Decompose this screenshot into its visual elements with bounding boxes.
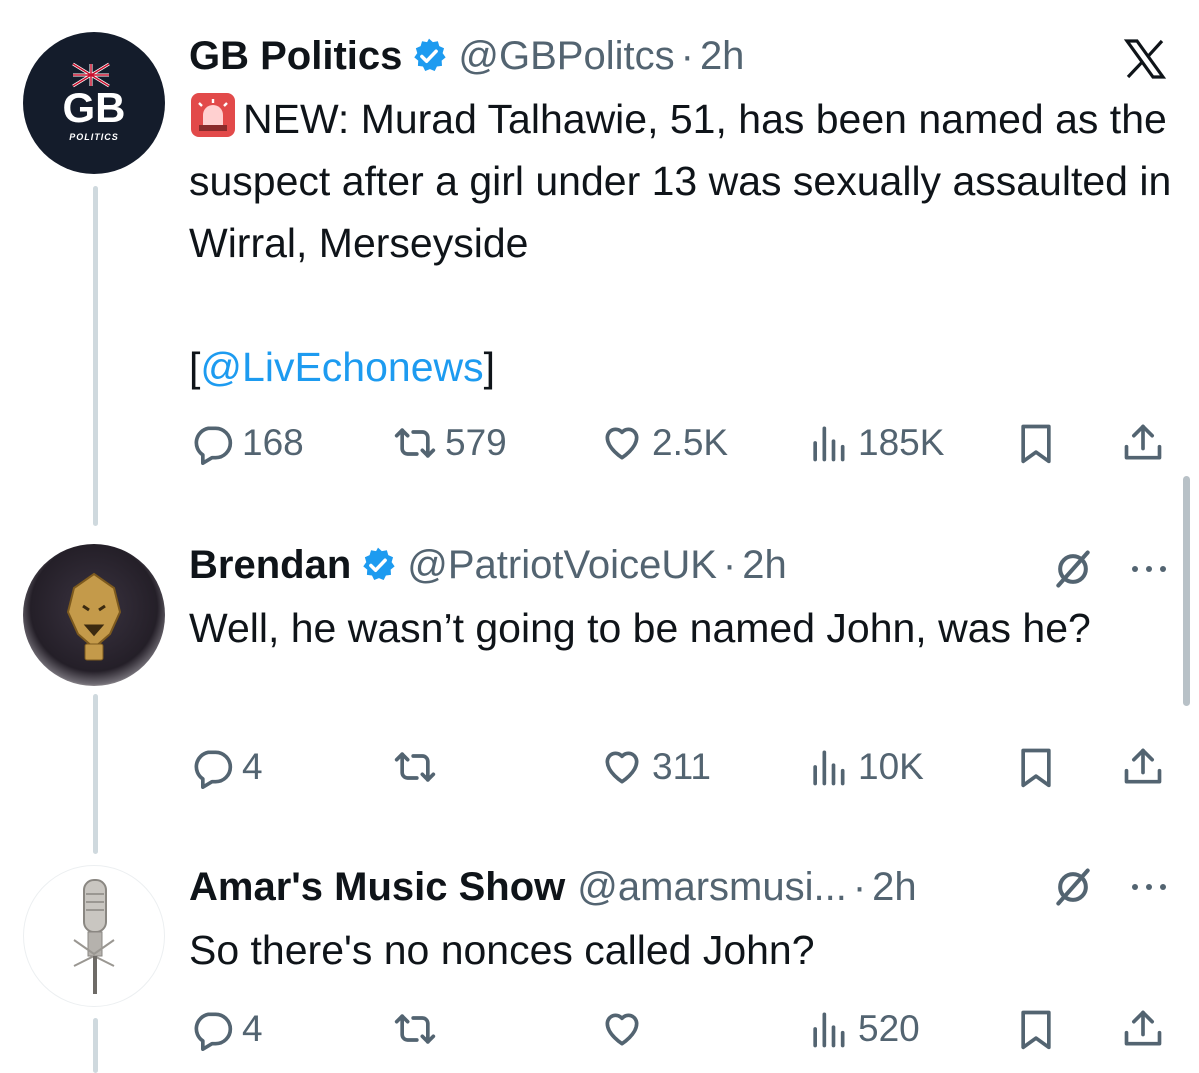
reply-button[interactable]: 4: [190, 742, 263, 792]
like-icon: [600, 421, 644, 465]
grok-button[interactable]: [1048, 862, 1098, 912]
verified-badge-icon: [410, 37, 448, 75]
bookmark-button[interactable]: [1014, 742, 1058, 792]
repost-icon: [393, 745, 437, 789]
avatar[interactable]: GB POLITICS: [23, 32, 165, 174]
views-icon: [806, 421, 850, 465]
share-icon: [1121, 1007, 1165, 1051]
view-count: 10K: [858, 746, 924, 787]
views-button[interactable]: 520: [806, 1004, 920, 1054]
siren-emoji-icon: [191, 93, 235, 137]
author-handle[interactable]: @GBPolitcs: [458, 32, 674, 80]
scrollbar[interactable]: [1183, 476, 1190, 706]
like-count: 2.5K: [652, 422, 729, 463]
view-count: 185K: [858, 422, 945, 463]
reply-icon: [190, 421, 234, 465]
author-name[interactable]: GB Politics: [189, 32, 402, 80]
like-icon: [600, 1007, 644, 1051]
like-button[interactable]: 2.5K: [600, 418, 728, 468]
bookmark-button[interactable]: [1014, 418, 1058, 468]
reply-count: 168: [242, 422, 304, 463]
tweet-text: Well, he wasn’t going to be named John, …: [189, 605, 1091, 651]
grok-icon: [1051, 547, 1095, 591]
repost-button[interactable]: [393, 742, 445, 792]
action-bar: 4 520: [0, 1004, 1199, 1054]
share-button[interactable]: [1121, 418, 1165, 468]
repost-button[interactable]: [393, 1004, 445, 1054]
link-bracket-open: [: [189, 344, 201, 390]
x-logo-icon: [1118, 33, 1172, 85]
reply-icon: [190, 1007, 234, 1051]
thread-line-1: [93, 186, 98, 526]
avatar[interactable]: [23, 865, 165, 1007]
avatar-subtext: POLITICS: [69, 132, 119, 142]
like-button[interactable]: 311: [600, 742, 711, 792]
views-icon: [806, 745, 850, 789]
tweet-text: NEW: Murad Talhawie, 51, has been named …: [189, 88, 1174, 398]
reply-button[interactable]: 4: [190, 1004, 263, 1054]
timestamp[interactable]: 2h: [700, 32, 745, 80]
share-icon: [1121, 745, 1165, 789]
bookmark-icon: [1014, 421, 1058, 465]
grok-button[interactable]: [1048, 544, 1098, 594]
tweet-header: GB Politics @GBPolitcs · 2h: [189, 32, 744, 80]
action-bar: 4 311 10K: [0, 742, 1199, 792]
repost-icon: [393, 421, 437, 465]
link-bracket-close: ]: [483, 344, 496, 390]
timestamp[interactable]: 2h: [742, 541, 787, 589]
more-icon: [1132, 566, 1166, 572]
more-icon: [1132, 884, 1166, 890]
action-bar: 168 579 2.5K 185K: [0, 418, 1199, 468]
share-button[interactable]: [1121, 742, 1165, 792]
share-button[interactable]: [1121, 1004, 1165, 1054]
author-handle[interactable]: @amarsmusi...: [577, 863, 847, 911]
tweet-text-body: NEW: Murad Talhawie, 51, has been named …: [189, 96, 1172, 266]
avatar-text: GB: [62, 84, 126, 131]
bookmark-icon: [1014, 745, 1058, 789]
tweet-text: So there's no nonces called John?: [189, 927, 815, 973]
timestamp[interactable]: 2h: [872, 863, 917, 911]
mention-link[interactable]: @LivEchonews: [200, 344, 483, 390]
view-count: 520: [858, 1008, 920, 1049]
views-button[interactable]: 10K: [806, 742, 924, 792]
separator: ·: [722, 543, 737, 587]
bookmark-button[interactable]: [1014, 1004, 1058, 1054]
more-button[interactable]: [1124, 554, 1174, 584]
repost-count: 579: [445, 422, 507, 463]
share-icon: [1121, 421, 1165, 465]
reply-icon: [190, 745, 234, 789]
separator: ·: [680, 34, 694, 78]
lion-emblem-icon: [66, 572, 122, 661]
grok-icon: [1051, 865, 1095, 909]
author-name[interactable]: Brendan: [189, 541, 351, 589]
microphone-icon: [73, 879, 115, 994]
avatar[interactable]: [23, 544, 165, 686]
reply-count: 4: [242, 1008, 263, 1049]
like-icon: [600, 745, 644, 789]
repost-button[interactable]: 579: [393, 418, 507, 468]
bookmark-icon: [1014, 1007, 1058, 1051]
separator: ·: [852, 865, 867, 909]
more-button[interactable]: [1124, 872, 1174, 902]
author-name[interactable]: Amar's Music Show: [189, 863, 565, 911]
like-button[interactable]: [600, 1004, 652, 1054]
verified-badge-icon: [359, 546, 397, 584]
reply-count: 4: [242, 746, 263, 787]
like-count: 311: [652, 746, 711, 787]
tweet-header: Amar's Music Show @amarsmusi... · 2h: [189, 863, 917, 911]
views-icon: [806, 1007, 850, 1051]
repost-icon: [393, 1007, 437, 1051]
reply-button[interactable]: 168: [190, 418, 304, 468]
tweet-header: Brendan @PatriotVoiceUK · 2h: [189, 541, 787, 589]
author-handle[interactable]: @PatriotVoiceUK: [407, 541, 717, 589]
views-button[interactable]: 185K: [806, 418, 944, 468]
